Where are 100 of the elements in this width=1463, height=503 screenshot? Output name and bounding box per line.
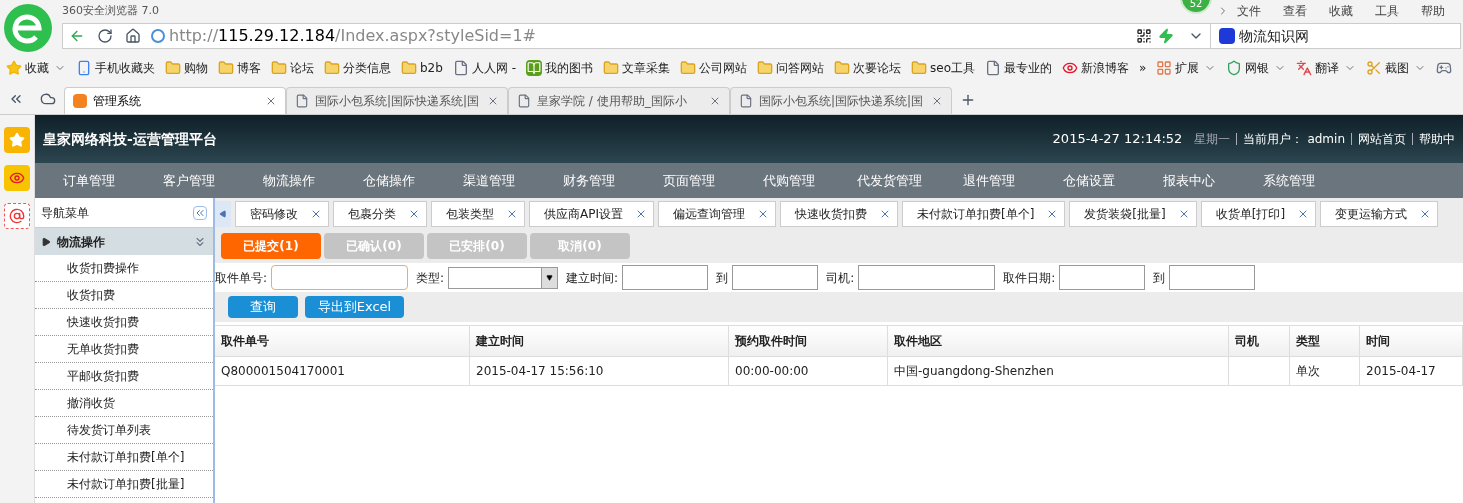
bookmark-row[interactable]: 网银 <box>1226 58 1287 77</box>
close-icon[interactable] <box>408 208 420 220</box>
menu-item[interactable]: 工具 <box>1375 2 1399 20</box>
browser-tab[interactable]: 管理系统 <box>64 87 286 114</box>
menu-item[interactable]: 代发货管理 <box>839 170 939 191</box>
header-link[interactable]: 网站首页 <box>1351 133 1406 145</box>
close-icon[interactable] <box>879 208 891 220</box>
bookmark-item[interactable]: 次要论坛 <box>853 58 902 77</box>
collapse-icon[interactable] <box>193 205 207 220</box>
bookmark-item[interactable]: b2b <box>420 58 443 77</box>
bookmark-row[interactable]: 最专业的 <box>985 58 1052 77</box>
nav-item[interactable]: 收货扣费操作 <box>35 255 213 282</box>
close-icon[interactable] <box>506 208 518 220</box>
bookmark-row[interactable]: 收藏 <box>6 58 66 77</box>
column-header[interactable]: 取件地区 <box>888 326 1229 356</box>
menu-item[interactable]: 退件管理 <box>939 170 1039 191</box>
filter-field[interactable] <box>858 265 996 290</box>
nav-item[interactable]: 未付款订单扣费[单个] <box>35 444 213 471</box>
new-tab-icon[interactable] <box>960 92 976 108</box>
filter-field[interactable] <box>1059 265 1146 290</box>
nav-section[interactable]: 物流操作 <box>35 228 213 255</box>
bookmark-row[interactable]: 截图 <box>1366 58 1427 77</box>
menu-item[interactable]: 物流操作 <box>239 170 339 191</box>
filter-field[interactable] <box>271 265 409 290</box>
nav-item[interactable]: 撤消收货 <box>35 390 213 417</box>
menu-item[interactable]: 帮助 <box>1421 2 1445 20</box>
page-tab[interactable]: 快速收货扣费 <box>780 201 898 227</box>
page-tab[interactable]: 变更运输方式 <box>1320 201 1439 227</box>
close-icon[interactable] <box>635 208 647 220</box>
action-button[interactable]: 导出到Excel <box>305 296 404 318</box>
column-header[interactable]: 取件单号 <box>215 326 470 356</box>
menu-item[interactable]: 财务管理 <box>539 170 639 191</box>
bookmark-item[interactable]: 收藏 <box>25 58 49 77</box>
bookmark-row[interactable]: 分类信息 <box>324 58 391 77</box>
scroll-left-button[interactable] <box>215 201 231 227</box>
menu-item[interactable]: 仓储操作 <box>339 170 439 191</box>
menu-item[interactable]: 文件 <box>1237 2 1261 20</box>
bookmark-row[interactable]: 扩展 <box>1156 58 1217 77</box>
weibo-button[interactable] <box>4 165 30 191</box>
page-tab[interactable]: 偏远查询管理 <box>658 201 776 227</box>
url-field[interactable]: http://115.29.12.184/Index.aspx?styleSid=1# <box>169 24 536 48</box>
menu-item[interactable]: 系统管理 <box>1239 170 1339 191</box>
bookmark-item[interactable]: 扩展 <box>1175 58 1200 77</box>
menu-item[interactable]: 查看 <box>1283 2 1307 20</box>
column-header[interactable]: 预约取件时间 <box>729 326 888 356</box>
bookmark-item[interactable]: 文章采集 <box>622 58 671 77</box>
bookmark-row[interactable]: 购物 <box>165 58 208 77</box>
menu-item[interactable]: 代购管理 <box>739 170 839 191</box>
bookmark-row[interactable]: 我的图书 <box>526 58 594 77</box>
bookmark-item[interactable]: 翻译 <box>1315 58 1340 77</box>
bookmark-item[interactable]: 网银 <box>1245 58 1270 77</box>
filter-field[interactable] <box>732 265 819 290</box>
page-tab[interactable]: 未付款订单扣费[单个] <box>902 201 1066 227</box>
filter-field[interactable] <box>1169 265 1256 290</box>
menu-item[interactable]: 报表中心 <box>1139 170 1239 191</box>
bookmark-item[interactable]: 我的图书 <box>545 58 594 77</box>
page-tab[interactable]: 包装类型 <box>431 201 525 227</box>
menu-item[interactable]: 客户管理 <box>139 170 239 191</box>
close-icon[interactable] <box>265 95 277 107</box>
browser-tab[interactable]: 国际小包系统|国际快递系统|国 <box>730 87 952 114</box>
page-tab[interactable]: 收货单[打印] <box>1200 201 1317 227</box>
bookmark-row[interactable]: b2b <box>401 58 443 77</box>
bookmark-row[interactable]: 次要论坛 <box>834 58 902 77</box>
bookmark-item[interactable]: 问答网站 <box>776 58 825 77</box>
bookmark-row[interactable]: seo工具 <box>911 58 975 77</box>
close-icon[interactable] <box>487 95 499 107</box>
nav-item[interactable]: 平邮收货扣费 <box>35 363 213 390</box>
page-tab[interactable]: 发货装袋[批量] <box>1069 201 1197 227</box>
nav-item[interactable]: 快速收货扣费 <box>35 309 213 336</box>
bookmark-item[interactable]: 截图 <box>1385 58 1410 77</box>
bookmark-row[interactable]: » <box>1139 58 1147 77</box>
action-button[interactable]: 查询 <box>228 296 298 318</box>
menu-item[interactable]: 渠道管理 <box>439 170 539 191</box>
search-field[interactable]: 物流知识网 <box>1210 24 1460 48</box>
menu-item[interactable]: 订单管理 <box>39 170 139 191</box>
bookmark-item[interactable]: 最专业的 <box>1004 58 1052 77</box>
home-icon[interactable] <box>125 28 141 44</box>
bookmark-item[interactable]: seo工具 <box>930 58 975 77</box>
bookmark-item[interactable]: 论坛 <box>290 58 314 77</box>
filter-field[interactable] <box>622 265 709 290</box>
nav-item[interactable]: 待发货订单列表 <box>35 417 213 444</box>
bookmark-item[interactable]: 分类信息 <box>343 58 391 77</box>
bookmark-row[interactable]: 翻译 <box>1296 58 1357 77</box>
qr-code-icon[interactable] <box>1136 28 1152 44</box>
bookmark-item[interactable]: 手机收藏夹 <box>95 58 155 77</box>
back-icon[interactable] <box>69 28 85 44</box>
cloud-icon[interactable] <box>40 91 56 107</box>
menu-item[interactable]: 收藏 <box>1329 2 1353 20</box>
close-icon[interactable] <box>709 95 721 107</box>
nav-item[interactable]: 未付款订单扣费[批量] <box>35 471 213 498</box>
close-icon[interactable] <box>310 208 322 220</box>
refresh-icon[interactable] <box>97 28 113 44</box>
bookmark-row[interactable]: 人人网 - <box>452 58 517 77</box>
page-tab[interactable]: 供应商API设置 <box>529 201 654 227</box>
header-link[interactable]: 帮助中 <box>1412 133 1455 145</box>
page-tab[interactable]: 包裹分类 <box>333 201 427 227</box>
close-icon[interactable] <box>931 95 943 107</box>
bookmark-row[interactable]: 新浪博客 <box>1062 58 1129 77</box>
bookmark-row[interactable]: 问答网站 <box>757 58 825 77</box>
bookmark-item[interactable]: 人人网 - <box>471 58 517 77</box>
